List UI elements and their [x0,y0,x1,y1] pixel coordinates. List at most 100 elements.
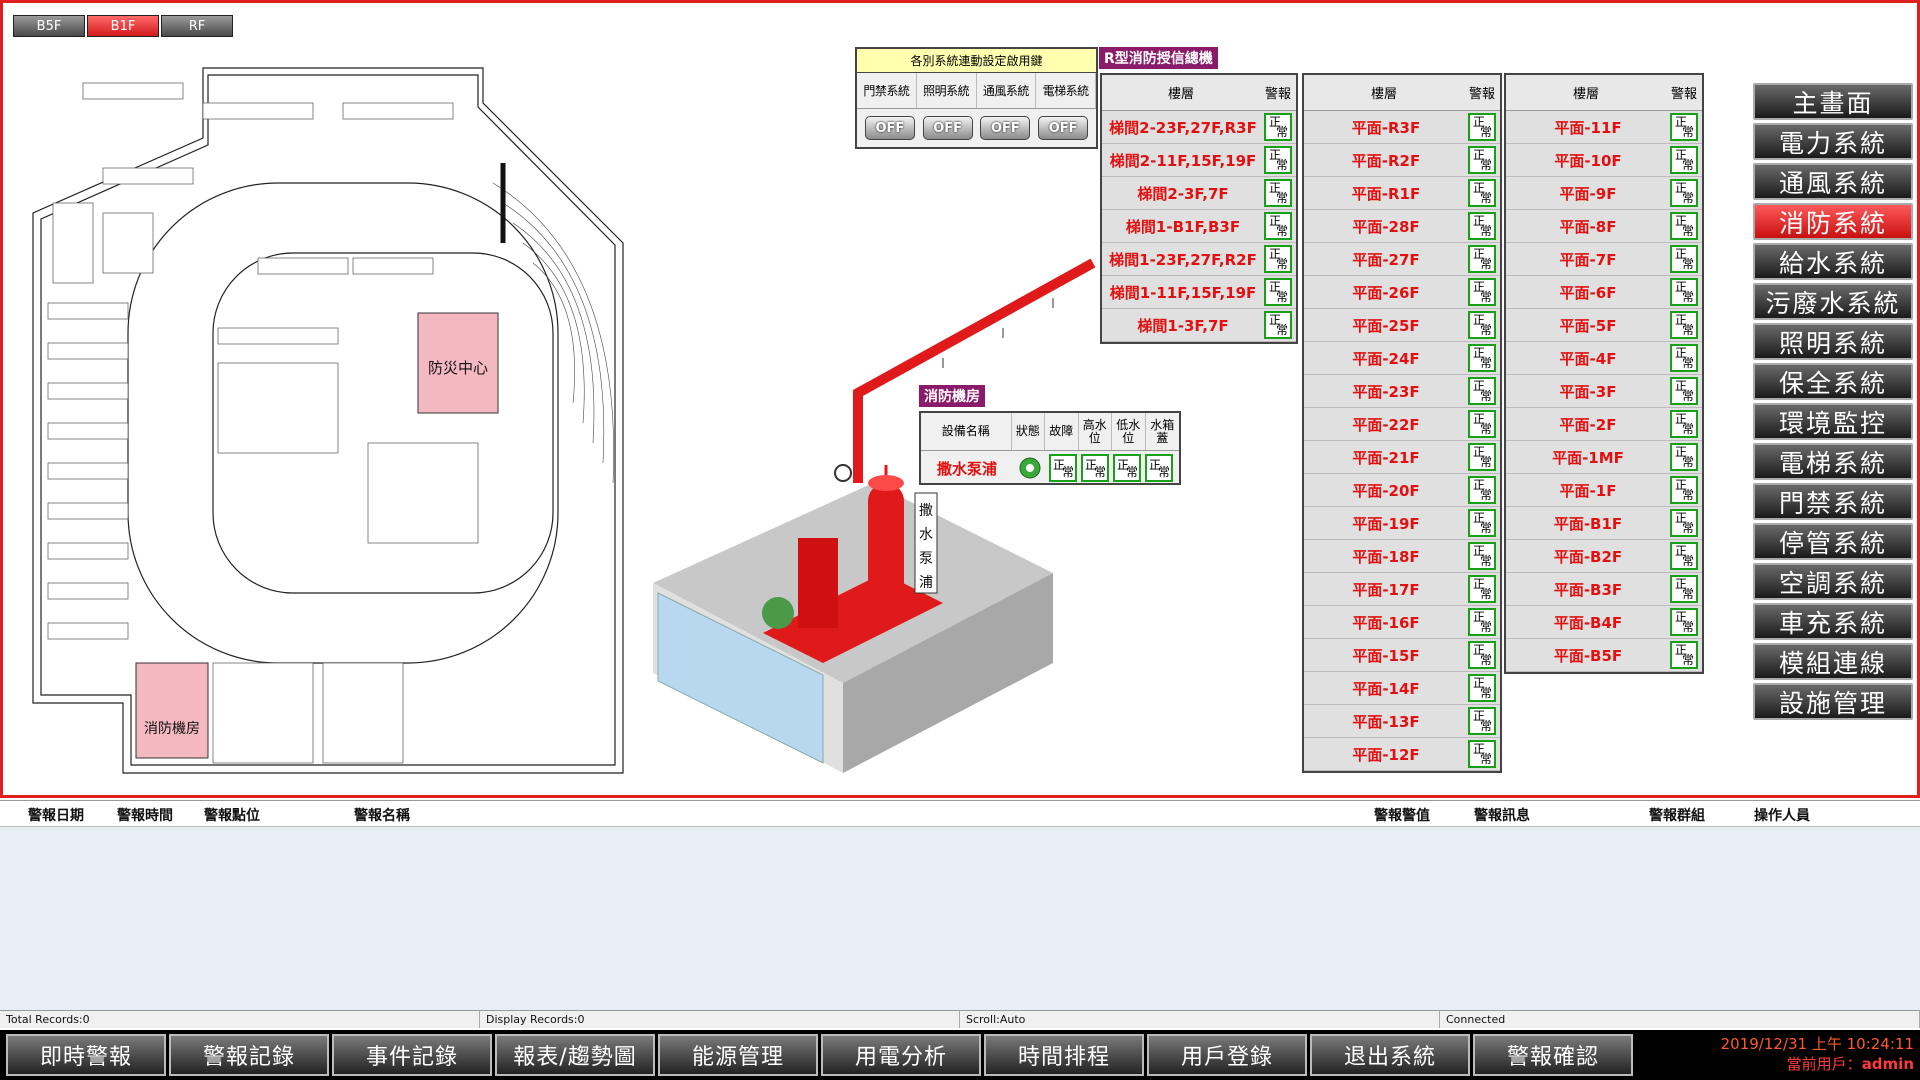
zone-label: 平面-9F [1559,184,1617,203]
table-row[interactable]: 平面-19F 正常 [1304,507,1500,540]
alarm-col-name[interactable]: 警報名稱 [354,805,410,825]
table-row[interactable]: 平面-2F 正常 [1506,408,1702,441]
pump-illustration: 撒 水 泵 浦 [653,258,1096,773]
table-row[interactable]: 平面-20F 正常 [1304,474,1500,507]
bottom-nav-7-button[interactable]: 用戶登錄 [1147,1034,1307,1076]
table-row[interactable]: 平面-R2F 正常 [1304,144,1500,177]
door-toggle-button[interactable]: OFF [864,116,915,140]
table-row[interactable]: 平面-24F 正常 [1304,342,1500,375]
table-row[interactable]: 梯間1-B1F,B3F 正常 [1102,210,1296,243]
table-row[interactable]: 平面-7F 正常 [1506,243,1702,276]
nav-5-button[interactable]: 污廢水系統 [1753,283,1913,320]
table-row[interactable]: 平面-9F 正常 [1506,177,1702,210]
bottom-nav-0-button[interactable]: 即時警報 [6,1034,166,1076]
table-row[interactable]: 梯間2-11F,15F,19F 正常 [1102,144,1296,177]
table-row[interactable]: 平面-28F 正常 [1304,210,1500,243]
table-row[interactable]: 平面-13F 正常 [1304,705,1500,738]
equipment-table: 設備名稱 狀態 故障 高水位 低水位 水箱蓋 撒水泵浦 正常 正常 正常 正常 [919,411,1181,485]
alarm-status: 正常 [1264,113,1292,141]
table-row[interactable]: 梯間2-3F,7F 正常 [1102,177,1296,210]
table-row[interactable]: 平面-R1F 正常 [1304,177,1500,210]
alarm-col-time[interactable]: 警報時間 [117,805,173,825]
linkage-col-elevator: 電梯系統 [1036,73,1096,108]
vent-toggle-button[interactable]: OFF [980,116,1031,140]
alarm-col-group[interactable]: 警報群組 [1649,805,1705,825]
alarm-col-date[interactable]: 警報日期 [28,805,84,825]
nav-8-button[interactable]: 環境監控 [1753,403,1913,440]
alarm-col-message[interactable]: 警報訊息 [1474,805,1530,825]
table-row[interactable]: 平面-25F 正常 [1304,309,1500,342]
nav-6-button[interactable]: 照明系統 [1753,323,1913,360]
table-row[interactable]: 平面-17F 正常 [1304,573,1500,606]
table-row[interactable]: 平面-14F 正常 [1304,672,1500,705]
table-row[interactable]: 平面-3F 正常 [1506,375,1702,408]
nav-11-button[interactable]: 停管系統 [1753,523,1913,560]
zone-label: 平面-7F [1559,250,1617,269]
table-row[interactable]: 梯間2-23F,27F,R3F 正常 [1102,111,1296,144]
nav-13-button[interactable]: 車充系統 [1753,603,1913,640]
bottom-nav-5-button[interactable]: 用電分析 [821,1034,981,1076]
room-disaster-center[interactable]: 防災中心 [428,359,488,377]
bottom-nav-9-button[interactable]: 警報確認 [1473,1034,1633,1076]
svg-text:撒: 撒 [919,503,933,519]
table-row[interactable]: 平面-B1F 正常 [1506,507,1702,540]
bottom-nav-3-button[interactable]: 報表/趨勢圖 [495,1034,655,1076]
equipment-row[interactable]: 撒水泵浦 正常 正常 正常 正常 [921,451,1179,485]
table-row[interactable]: 梯間1-3F,7F 正常 [1102,309,1296,342]
bottom-nav-8-button[interactable]: 退出系統 [1310,1034,1470,1076]
nav-15-button[interactable]: 設施管理 [1753,683,1913,720]
table-row[interactable]: 平面-21F 正常 [1304,441,1500,474]
table-row[interactable]: 平面-B5F 正常 [1506,639,1702,672]
nav-1-button[interactable]: 電力系統 [1753,123,1913,160]
nav-10-button[interactable]: 門禁系統 [1753,483,1913,520]
zone-label: 平面-18F [1352,547,1420,566]
zone-label: 平面-2F [1559,415,1617,434]
room-fire-pump[interactable]: 消防機房 [144,721,200,737]
table-row[interactable]: 平面-10F 正常 [1506,144,1702,177]
table-row[interactable]: 平面-15F 正常 [1304,639,1500,672]
floor-tab-b5f[interactable]: B5F [13,15,85,37]
table-row[interactable]: 平面-6F 正常 [1506,276,1702,309]
table-row[interactable]: 平面-22F 正常 [1304,408,1500,441]
elevator-toggle-button[interactable]: OFF [1038,116,1089,140]
table-row[interactable]: 平面-1F 正常 [1506,474,1702,507]
nav-2-button[interactable]: 通風系統 [1753,163,1913,200]
table-row[interactable]: 平面-B3F 正常 [1506,573,1702,606]
table-row[interactable]: 平面-8F 正常 [1506,210,1702,243]
nav-7-button[interactable]: 保全系統 [1753,363,1913,400]
bottom-nav-6-button[interactable]: 時間排程 [984,1034,1144,1076]
nav-4-button[interactable]: 給水系統 [1753,243,1913,280]
table-row[interactable]: 平面-R3F 正常 [1304,111,1500,144]
nav-0-button[interactable]: 主畫面 [1753,83,1913,120]
table-row[interactable]: 梯間1-23F,27F,R2F 正常 [1102,243,1296,276]
floor-tab-rf[interactable]: RF [161,15,233,37]
floor-tab-b1f[interactable]: B1F [87,15,159,37]
table-row[interactable]: 平面-16F 正常 [1304,606,1500,639]
table-row[interactable]: 平面-12F 正常 [1304,738,1500,771]
table-row[interactable]: 平面-26F 正常 [1304,276,1500,309]
table-row[interactable]: 平面-B4F 正常 [1506,606,1702,639]
table-row[interactable]: 平面-23F 正常 [1304,375,1500,408]
nav-3-button[interactable]: 消防系統 [1753,203,1913,240]
bottom-nav-4-button[interactable]: 能源管理 [658,1034,818,1076]
bottom-nav-2-button[interactable]: 事件記錄 [332,1034,492,1076]
nav-14-button[interactable]: 模組連線 [1753,643,1913,680]
nav-12-button[interactable]: 空調系統 [1753,563,1913,600]
col-alarm-header: 警報 [1264,87,1291,102]
table-row[interactable]: 平面-5F 正常 [1506,309,1702,342]
table-row[interactable]: 平面-1MF 正常 [1506,441,1702,474]
table-row[interactable]: 平面-27F 正常 [1304,243,1500,276]
alarm-col-value[interactable]: 警報警值 [1374,805,1430,825]
table-row[interactable]: 平面-18F 正常 [1304,540,1500,573]
light-toggle-button[interactable]: OFF [922,116,973,140]
alarm-col-operator[interactable]: 操作人員 [1754,805,1810,825]
r-table-stairs: 樓層 警報 梯間2-23F,27F,R3F 正常梯間2-11F,15F,19F 正常梯間… [1100,73,1298,344]
bottom-nav-1-button[interactable]: 警報記錄 [169,1034,329,1076]
nav-9-button[interactable]: 電梯系統 [1753,443,1913,480]
table-row[interactable]: 梯間1-11F,15F,19F 正常 [1102,276,1296,309]
eq-header-high: 高水位 [1079,413,1113,450]
alarm-col-point[interactable]: 警報點位 [204,805,260,825]
table-row[interactable]: 平面-4F 正常 [1506,342,1702,375]
table-row[interactable]: 平面-11F 正常 [1506,111,1702,144]
table-row[interactable]: 平面-B2F 正常 [1506,540,1702,573]
